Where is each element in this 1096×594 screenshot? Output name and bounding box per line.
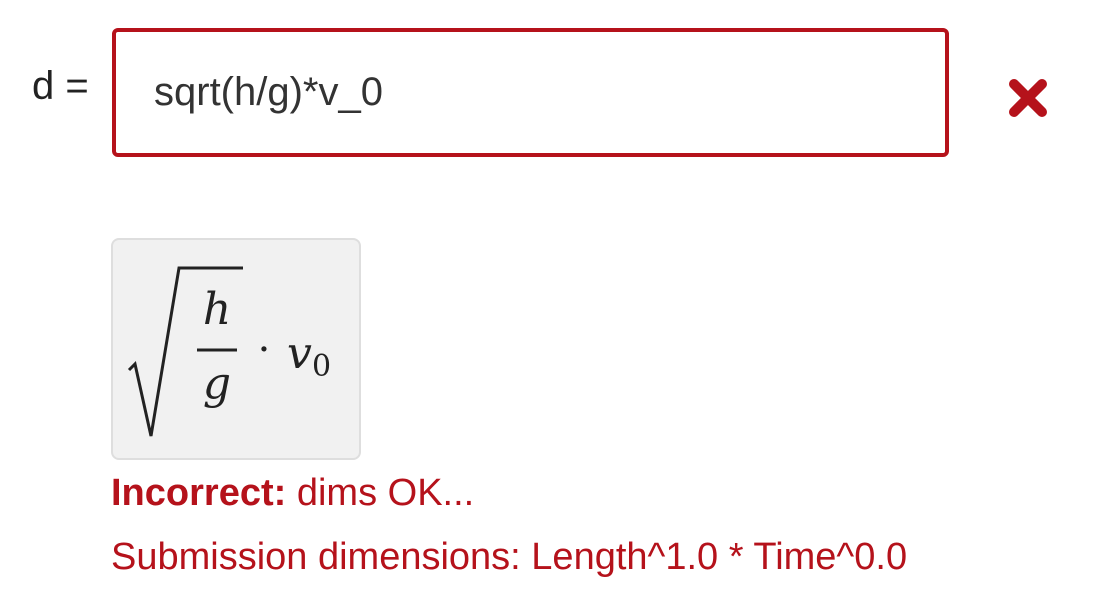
feedback-label: Incorrect: — [111, 472, 287, 514]
fraction-denominator: g — [203, 358, 231, 409]
feedback-summary: Incorrect: dims OK... — [111, 470, 474, 516]
multiply-operator: · — [258, 327, 271, 373]
cross-icon — [1009, 79, 1047, 117]
answer-input[interactable] — [112, 28, 949, 157]
factor-subscript: 0 — [312, 349, 331, 384]
question-part: d = h g · v 0 Incorrect: dims OK... Subm… — [0, 0, 1096, 594]
variable-label: d = — [32, 64, 89, 108]
factor-variable: v — [287, 328, 312, 379]
feedback-details: Submission dimensions: Length^1.0 * Time… — [111, 536, 908, 578]
feedback-summary-text: dims OK... — [296, 472, 475, 514]
fraction-numerator: h — [203, 284, 231, 335]
math-preview: h g · v 0 — [111, 238, 361, 460]
